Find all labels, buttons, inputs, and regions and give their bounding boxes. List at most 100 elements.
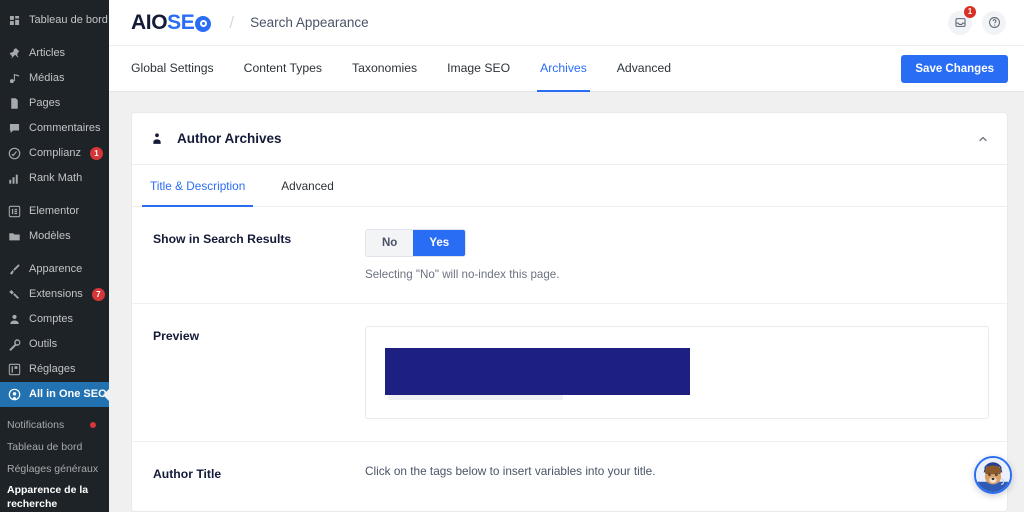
show-in-search-toggle[interactable]: No Yes [365,229,467,257]
sidebar-item-medias[interactable]: Médias [0,66,109,91]
sidebar-item-label: Réglages [29,363,76,375]
notification-dot-icon [90,422,96,428]
sidebar-subitem-apparence-de-la-recherche[interactable]: Apparence de la recherche [0,480,109,512]
sidebar-item-complianz[interactable]: Complianz 1 [0,141,109,166]
support-mascot-avatar[interactable] [974,456,1012,494]
sidebar-item-label: Apparence [29,263,83,275]
sidebar-item-tableau-de-bord[interactable]: Tableau de bord [0,8,109,33]
rankmath-icon [7,171,22,186]
sidebar-item-commentaires[interactable]: Commentaires [0,116,109,141]
search-appearance-tabbar: Global Settings Content Types Taxonomies… [109,46,1024,92]
sidebar-item-all-in-one-seo[interactable]: All in One SEO [0,382,109,407]
content-area: Author Archives Title & Description Adva… [109,92,1024,512]
help-circle-icon[interactable] [982,10,1006,35]
row-body: No Yes Selecting "No" will no-index this… [365,229,989,281]
card-title: Author Archives [177,131,282,146]
notifications-inbox-icon[interactable]: 1 [948,5,976,35]
sidebar-subitem-reglages-generaux[interactable]: Réglages généraux [0,458,109,480]
brush-icon [7,262,22,277]
sidebar-item-modeles[interactable]: Modèles [0,224,109,249]
toggle-option-no[interactable]: No [366,230,414,256]
header-actions: 1 [948,5,1006,35]
sidebar-subitem-label: Tableau de bord [7,441,83,453]
toggle-option-yes[interactable]: Yes [413,230,466,256]
tab-advanced[interactable]: Advanced [617,46,671,92]
aioseo-header: AIO SE / Search Appearance 1 [109,0,1024,46]
sidebar-item-label: Modèles [29,230,71,242]
sidebar-badge-complianz: 1 [89,147,103,160]
sidebar-subitem-label: Réglages généraux [7,463,99,475]
aioseo-icon [7,387,22,402]
sidebar-item-comptes[interactable]: Comptes [0,307,109,332]
row-author-title: Author Title Click on the tags below to … [132,442,1007,503]
save-changes-button[interactable]: Save Changes [901,54,1008,83]
sidebar-item-outils[interactable]: Outils [0,332,109,357]
sidebar-item-elementor[interactable]: Elementor [0,199,109,224]
card-tab-title-description[interactable]: Title & Description [141,165,254,207]
sidebar-item-label: Complianz [29,147,81,159]
row-preview: Preview [132,304,1007,442]
sidebar-item-extensions[interactable]: Extensions 7 [0,282,109,307]
author-archives-card: Author Archives Title & Description Adva… [131,112,1008,512]
dashboard-icon [7,13,22,28]
sidebar-item-apparence[interactable]: Apparence [0,257,109,282]
main-panel: AIO SE / Search Appearance 1 Global Setti… [109,0,1024,512]
sidebar-item-label: Commentaires [29,122,101,134]
author-archives-card-header[interactable]: Author Archives [132,113,1007,165]
sidebar-subitem-label: Notifications [7,419,65,431]
users-icon [7,312,22,327]
templates-icon [7,229,22,244]
comment-icon [7,121,22,136]
page-title: Search Appearance [250,15,369,30]
pin-icon [7,46,22,61]
logo-text-seo: SE [167,10,195,34]
row-label: Author Title [153,467,222,481]
sidebar-subitem-label: Apparence de la recherche [7,484,89,510]
sidebar-item-label: Extensions [29,288,83,300]
row-body: Click on the tags below to insert variab… [365,464,989,481]
sidebar-item-label: Tableau de bord [29,14,108,26]
author-person-icon [150,132,164,146]
tab-content-types[interactable]: Content Types [244,46,322,92]
sidebar-subitem-tableau-de-bord[interactable]: Tableau de bord [0,436,109,458]
wrench-icon [7,337,22,352]
aioseo-logo[interactable]: AIO SE [131,10,212,35]
sidebar-item-label: All in One SEO [29,388,107,400]
sidebar-item-label: Elementor [29,205,80,217]
elementor-icon [7,204,22,219]
sidebar-item-label: Comptes [29,313,74,325]
media-icon [7,71,22,86]
plugin-icon [7,287,22,302]
sidebar-item-reglages[interactable]: Réglages [0,357,109,382]
aioseo-search-appearance-screen: Tableau de bord Articles Médias Pages Co… [0,0,1024,512]
tab-taxonomies[interactable]: Taxonomies [352,46,417,92]
tab-global-settings[interactable]: Global Settings [131,46,214,92]
sidebar-item-label: Rank Math [29,172,83,184]
wordpress-admin-sidebar[interactable]: Tableau de bord Articles Médias Pages Co… [0,0,109,512]
settings-icon [7,362,22,377]
tab-archives[interactable]: Archives [537,46,590,92]
tab-image-seo[interactable]: Image SEO [447,46,510,92]
sidebar-badge-extensions: 7 [91,288,105,301]
sidebar-item-label: Médias [29,72,65,84]
sidebar-subitem-notifications[interactable]: Notifications [0,414,109,436]
complianz-icon [7,146,22,161]
aioseo-mark-icon [195,15,212,32]
breadcrumb-separator: / [229,12,235,32]
card-tabbar: Title & Description Advanced [132,165,1007,207]
search-preview-box [365,326,989,419]
row-show-in-search-results: Show in Search Results No Yes Selecting … [132,207,1007,304]
page-icon [7,96,22,111]
sidebar-item-label: Articles [29,47,66,59]
sidebar-item-articles[interactable]: Articles [0,41,109,66]
chevron-up-icon[interactable] [977,133,989,145]
sidebar-item-rank-math[interactable]: Rank Math [0,166,109,191]
row-label: Preview [153,329,200,343]
row-label: Show in Search Results [153,232,292,246]
card-tab-advanced[interactable]: Advanced [281,165,333,207]
notifications-count-badge: 1 [964,5,976,18]
row-body [365,326,989,419]
sidebar-item-label: Pages [29,97,61,109]
sidebar-item-pages[interactable]: Pages [0,91,109,116]
show-in-search-hint: Selecting "No" will no-index this page. [365,268,560,281]
